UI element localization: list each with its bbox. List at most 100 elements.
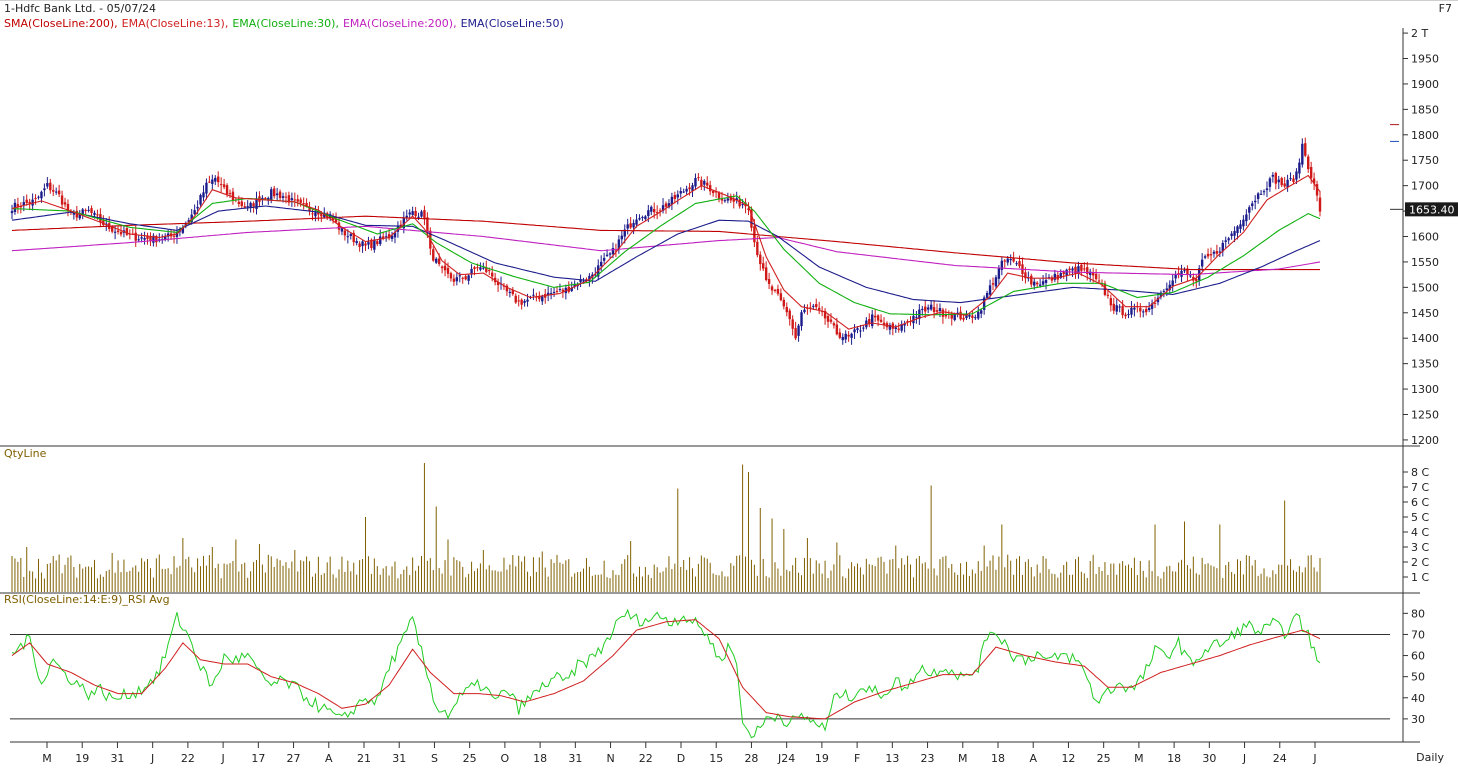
time-tick-label: 30 [1202,752,1216,765]
price-tick-label: 1250 [1411,408,1439,421]
rsi-tick-label: 60 [1411,650,1425,663]
candle-body [1283,183,1286,187]
volume-tick-label: 7 C [1411,481,1429,494]
candle-body [96,214,99,216]
candle-body [455,277,459,282]
price-tick-label: 1350 [1411,358,1439,371]
candle-body [644,216,647,220]
price-chart[interactable]: 1200125013001350140014501500155016001650… [0,0,1458,769]
candle-body [134,232,137,241]
candle-body [1262,191,1266,193]
candle-body [272,188,276,197]
candle-body [340,228,344,232]
candle-body [632,222,635,228]
volume-tick-label: 3 C [1411,541,1429,554]
candle-body [921,308,924,310]
candle-body [284,196,288,198]
candle-body [653,209,656,213]
volume-tick-label: 8 C [1411,466,1429,479]
candle-body [924,306,927,312]
candle-body [679,191,682,194]
time-tick-label: 13 [885,752,899,765]
candle-body [1195,279,1198,282]
candle-body [93,212,96,215]
candle-body [1162,290,1166,292]
candle-body [246,206,249,208]
candle-body [549,293,553,295]
candle-body [140,237,143,239]
volume-tick-label: 2 C [1411,556,1429,569]
candle-body [240,201,243,207]
candle-body [54,191,58,193]
candle-body [555,290,559,292]
candle-body [647,210,650,217]
candle-body [926,307,930,310]
price-tick-label: 2 T [1411,27,1428,40]
candle-body [432,249,435,261]
candle-body [629,223,632,228]
candle-body [311,213,314,215]
candle-body [290,198,294,201]
candle-body [971,315,974,318]
candle-body [264,198,267,200]
candle-body [871,314,874,327]
time-tick-label: 19 [815,752,829,765]
time-tick-label: 22 [181,752,195,765]
candle-body [1083,268,1086,270]
candle-body [520,299,523,305]
candle-body [879,319,883,322]
candle-body [868,318,871,324]
candle-body [1200,259,1204,267]
candle-body [935,310,939,312]
candle-body [1224,240,1227,242]
candle-body [57,190,61,195]
time-tick-label: 25 [463,752,477,765]
candle-body [685,188,688,192]
candle-body [90,208,93,213]
candle-body [1239,224,1242,229]
candle-body [293,199,297,201]
candle-body [608,253,612,255]
candle-body [1265,188,1269,191]
candle-body [856,328,859,330]
candle-body [767,279,771,284]
candle-body [1038,284,1042,286]
candle-body [620,235,624,240]
candle-body [437,258,441,265]
candle-body [605,254,609,256]
candle-body [1259,193,1263,195]
candle-body [196,206,199,209]
candle-body [119,231,123,235]
candle-body [862,327,865,329]
candle-body [676,194,679,198]
candle-body [938,308,942,312]
candle-body [817,307,821,310]
candle-body [488,270,491,272]
price-tick-label: 1500 [1411,281,1439,294]
candle-body [541,296,544,302]
candle-body [60,195,64,205]
candle-body [741,204,744,206]
candle-body [278,191,282,199]
candle-body [1121,305,1124,316]
price-tick-label: 1800 [1411,129,1439,142]
candle-body [1068,268,1071,271]
candle-body [526,299,529,302]
time-tick-label: 18 [991,752,1005,765]
candle-body [873,315,877,318]
candle-body [1097,280,1101,282]
candle-body [1112,303,1115,311]
volume-tick-label: 5 C [1411,511,1429,524]
time-tick-label: 24 [1273,752,1287,765]
time-tick-label: 18 [1167,752,1181,765]
candle-body [1286,179,1289,188]
candle-body [423,210,426,220]
candle-body [977,311,980,319]
candle-body [358,243,361,247]
candle-body [1115,305,1118,312]
candle-body [1318,197,1322,212]
candle-body [411,211,414,215]
candle-body [853,329,856,333]
candle-body [1003,260,1006,262]
candle-body [414,211,417,217]
